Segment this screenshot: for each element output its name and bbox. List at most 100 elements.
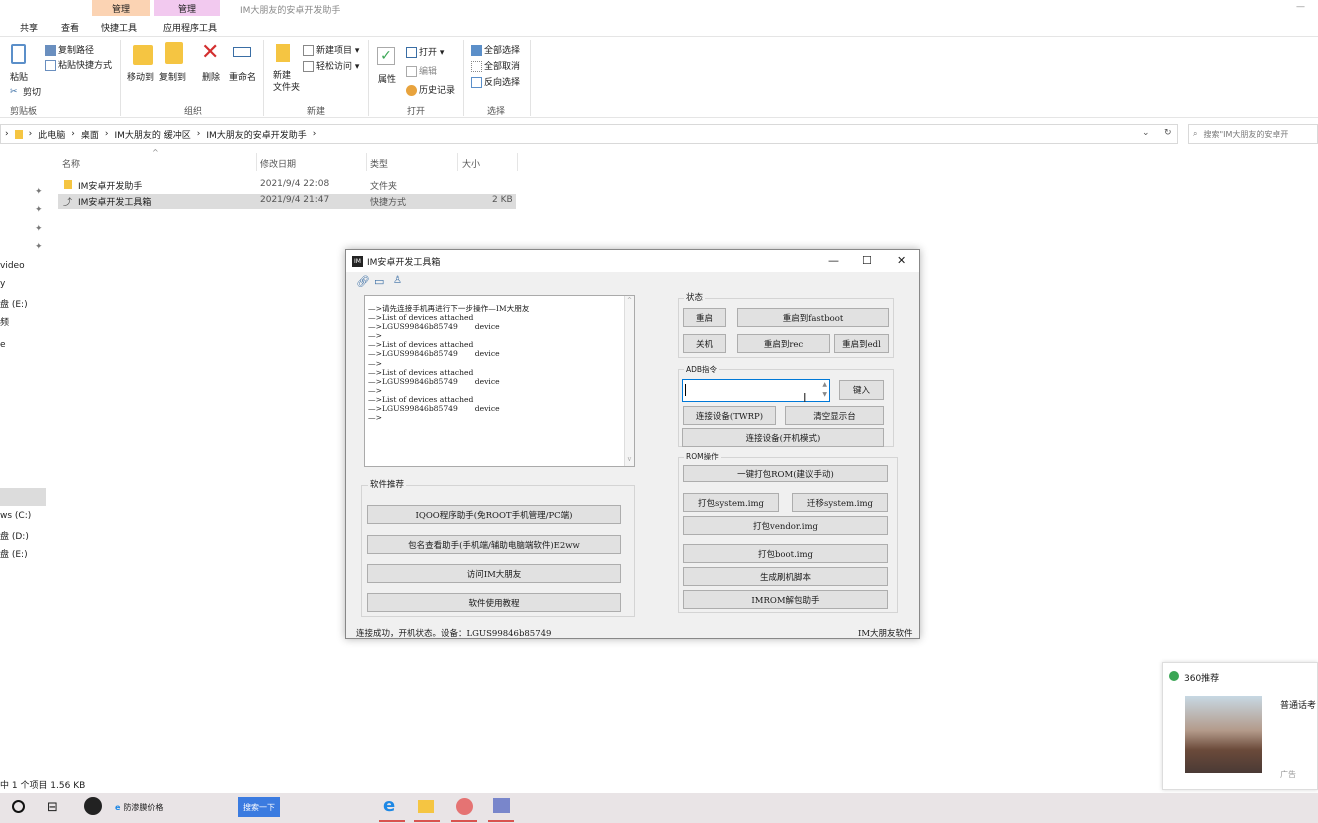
enter-button[interactable]: 键入 (839, 380, 884, 400)
connect-boot-button[interactable]: 连接设备(开机模式) (682, 428, 884, 447)
adb-command-input[interactable]: ▲ ▼ (682, 379, 830, 402)
group-select: 选择 (487, 107, 506, 117)
history-button[interactable]: 历史记录 (406, 83, 455, 96)
properties-button[interactable]: 属性 (378, 72, 396, 85)
pack-boot-button[interactable]: 打包boot.img (683, 544, 888, 563)
open-button[interactable]: 打开 ▾ (406, 45, 444, 58)
chevron-down-icon[interactable]: ⌄ (1142, 128, 1150, 138)
maximize-icon[interactable]: ☐ (862, 254, 872, 267)
breadcrumb-current[interactable]: IM大朋友的安卓开发助手 (206, 128, 306, 141)
app-status-text: 连接成功，开机状态。设备：LGUS99846b85749 (356, 629, 552, 639)
close-icon[interactable]: ✕ (897, 254, 906, 267)
new-item-button[interactable]: 新建项目 ▾ (303, 43, 359, 56)
delete-button[interactable]: 删除 (202, 70, 220, 83)
copy-to-button[interactable]: 复制到 (159, 70, 186, 83)
paste-icon[interactable] (11, 44, 26, 64)
clear-console-button[interactable]: 清空显示台 (785, 406, 884, 425)
paste-button[interactable]: 粘贴 (10, 70, 28, 83)
nav-item-d[interactable]: 盘 (D:) (0, 529, 29, 542)
tab-share[interactable]: 共享 (20, 21, 38, 34)
tab-app-tools[interactable]: 应用程序工具 (163, 21, 217, 34)
column-name[interactable]: 名称 (62, 157, 80, 170)
app-icon: IM (352, 255, 363, 267)
rename-button[interactable]: 重命名 (229, 70, 256, 83)
nav-item[interactable]: 频 (0, 315, 9, 328)
invert-selection-button[interactable]: 反向选择 (471, 75, 520, 88)
search-icon: ⌕ (1193, 129, 1198, 138)
cortana-icon[interactable] (12, 800, 25, 813)
move-to-button[interactable]: 移动到 (127, 70, 154, 83)
reboot-rec-button[interactable]: 重启到rec (737, 334, 830, 353)
nav-item-e[interactable]: 盘 (E:) (0, 547, 28, 560)
easy-access-button[interactable]: 轻松访问 ▾ (303, 59, 359, 72)
history-icon (406, 85, 417, 96)
copy-path-button[interactable]: 复制路径 (45, 43, 94, 56)
spin-down-icon[interactable]: ▼ (822, 391, 827, 398)
status-bar-text: 中 1 个项目 1.56 KB (0, 781, 86, 791)
new-folder-button[interactable]: 新建 文件夹 (273, 70, 300, 94)
file-explorer-icon[interactable] (418, 800, 434, 813)
nav-item[interactable]: e (0, 340, 6, 350)
edge-icon[interactable]: e (383, 795, 395, 816)
ie-icon: e (115, 803, 121, 812)
spin-up-icon[interactable]: ▲ (822, 381, 827, 388)
nav-item-c[interactable]: ws (C:) (0, 511, 31, 521)
reboot-button[interactable]: 重启 (683, 308, 726, 327)
select-none-button[interactable]: 全部取消 (471, 59, 520, 72)
tab-view[interactable]: 查看 (61, 21, 79, 34)
nav-item[interactable]: video (0, 261, 25, 271)
context-tab-manage-2[interactable]: 管理 (154, 0, 220, 16)
log-scrollbar[interactable]: ^ v (624, 296, 634, 466)
cut-button[interactable]: ✂ 剪切 (10, 85, 41, 98)
sort-arrow-icon: ^ (152, 148, 159, 157)
minimize-icon[interactable]: — (1296, 2, 1305, 12)
app-icon-red[interactable] (456, 798, 473, 815)
users-icon[interactable]: ♙ (393, 275, 402, 286)
refresh-icon[interactable]: ↻ (1164, 128, 1172, 138)
browser-search-box[interactable]: e 防渗膜价格 (115, 800, 225, 815)
address-bar[interactable]: › › 此电脑 › 桌面 › IM大朋友的 缓冲区 › IM大朋友的安卓开发助手 › (0, 124, 1178, 144)
move-system-button[interactable]: 迁移system.img (792, 493, 888, 512)
log-console[interactable]: —>请先连接手机再进行下一步操作—IM大朋友 —>List of devices… (364, 295, 635, 467)
file-row-selected[interactable]: ⤴ IM安卓开发工具箱 2021/9/4 21:47 快捷方式 2 KB (58, 194, 516, 209)
minimize-icon[interactable]: — (828, 254, 839, 267)
task-view-icon[interactable]: ⊟ (47, 800, 58, 815)
visit-im-button[interactable]: 访问IM大朋友 (367, 564, 621, 583)
tab-quick-tools[interactable]: 快捷工具 (101, 21, 137, 34)
iqoo-helper-button[interactable]: IQOO程序助手(免ROOT手机管理/PC端) (367, 505, 621, 524)
app-icon-monitor[interactable] (493, 798, 510, 813)
gen-flash-script-button[interactable]: 生成刷机脚本 (683, 567, 888, 586)
tutorial-button[interactable]: 软件使用教程 (367, 593, 621, 612)
nav-item[interactable]: 盘 (E:) (0, 297, 28, 310)
nav-item[interactable]: y (0, 279, 5, 289)
ad-image[interactable] (1185, 696, 1262, 773)
imrom-unpack-button[interactable]: IMROM解包助手 (683, 590, 888, 609)
pack-vendor-button[interactable]: 打包vendor.img (683, 516, 888, 535)
select-all-button[interactable]: 全部选择 (471, 43, 520, 56)
column-type[interactable]: 类型 (370, 157, 388, 170)
edit-button[interactable]: 编辑 (406, 64, 437, 77)
pack-system-button[interactable]: 打包system.img (683, 493, 779, 512)
paste-shortcut-button[interactable]: 粘贴快捷方式 (45, 58, 112, 71)
link-icon[interactable]: 🔗︎ (356, 275, 370, 288)
breadcrumb-buffer[interactable]: IM大朋友的 缓冲区 (114, 128, 190, 141)
connect-twrp-button[interactable]: 连接设备(TWRP) (683, 406, 776, 425)
app-tray-icon[interactable] (84, 797, 102, 815)
package-viewer-button[interactable]: 包名查看助手(手机端/辅助电脑端软件)E2ww (367, 535, 621, 554)
ad-popup[interactable]: 360推荐 普通话考 广告 (1162, 662, 1318, 790)
search-go-button[interactable]: 搜索一下 (238, 797, 280, 817)
context-tab-manage-1[interactable]: 管理 (92, 0, 150, 16)
file-row[interactable]: IM安卓开发助手 2021/9/4 22:08 文件夹 (58, 178, 516, 193)
column-size[interactable]: 大小 (462, 157, 480, 170)
ad-text[interactable]: 普通话考 (1280, 698, 1316, 711)
pack-rom-button[interactable]: 一键打包ROM(建议手动) (683, 465, 888, 482)
reboot-edl-button[interactable]: 重启到edl (834, 334, 889, 353)
column-modified[interactable]: 修改日期 (260, 157, 296, 170)
search-input[interactable]: ⌕ 搜索"IM大朋友的安卓开 (1188, 124, 1318, 144)
monitor-icon[interactable]: ▭ (374, 275, 384, 288)
breadcrumb-desktop[interactable]: 桌面 (81, 128, 99, 141)
reboot-fastboot-button[interactable]: 重启到fastboot (737, 308, 889, 327)
shutdown-button[interactable]: 关机 (683, 334, 726, 353)
breadcrumb-this-pc[interactable]: 此电脑 (38, 128, 65, 141)
rename-icon (233, 47, 251, 57)
